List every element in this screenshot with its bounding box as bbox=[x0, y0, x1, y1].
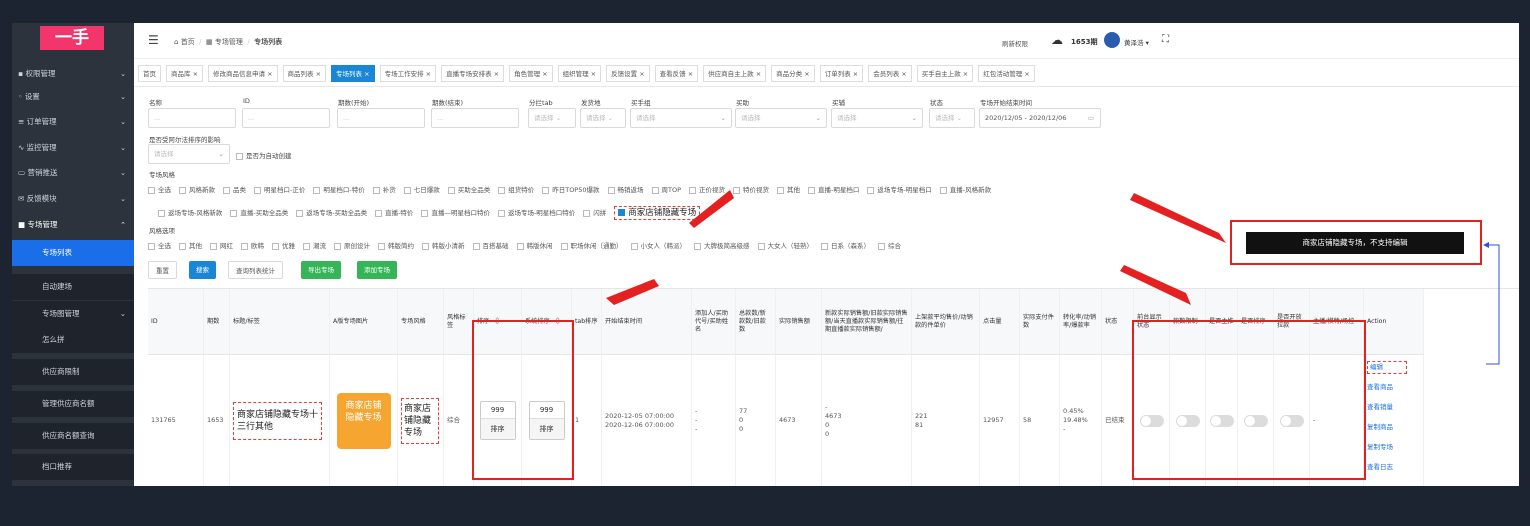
arrow-to-checkbox bbox=[689, 190, 734, 228]
chevron-up-icon: ⌃ bbox=[120, 221, 126, 229]
connector-arrowhead bbox=[1483, 242, 1489, 248]
chevron-down-icon: ⌄ bbox=[119, 309, 126, 318]
mail-icon: ✉ bbox=[18, 194, 27, 203]
sidebar-item-label: 设置 bbox=[24, 92, 40, 101]
sidebar-item-marketing[interactable]: ▭ 营销推送 ⌄ bbox=[12, 162, 134, 184]
sidebar-item-monitor[interactable]: ∿ 监控管理 ⌄ bbox=[12, 137, 134, 159]
sidebar-item-special[interactable]: ■ 专场管理 ⌃ bbox=[12, 214, 134, 236]
sidebar-item-label: 反馈模块 bbox=[26, 194, 57, 203]
app-window: 一手 ▪ 权限管理 ⌄ ◦ 设置 ⌄ ≡ 订单管理 ⌄ ∿ 监控管理 ⌄ ▭ 营销推送 ⌄… bbox=[12, 23, 1519, 486]
chevron-down-icon: ⌄ bbox=[120, 144, 126, 152]
sidebar-sub-special-list[interactable]: 专场列表 bbox=[12, 240, 134, 266]
list-icon: ≡ bbox=[18, 117, 27, 126]
sidebar-item-feedback[interactable]: ✉ 反馈模块 ⌄ bbox=[12, 188, 134, 210]
chevron-down-icon: ⌄ bbox=[120, 118, 126, 126]
chevron-down-icon: ⌄ bbox=[120, 93, 126, 101]
sidebar-sub-stall-recommend[interactable]: 档口推荐 bbox=[12, 454, 134, 480]
arrow-to-toggles bbox=[1120, 265, 1191, 305]
main-content: ☰ ⌂ 首页 / ▦ 专场管理 / 专场列表 刷新权限 ☁ 1653期 黄泽浩 … bbox=[134, 23, 1519, 486]
sidebar-item-settings[interactable]: ◦ 设置 ⌄ bbox=[12, 86, 134, 108]
sidebar-item-label: 权限管理 bbox=[25, 69, 56, 78]
chevron-down-icon: ⌄ bbox=[120, 169, 126, 177]
sidebar-sub-label: 专场图管理 bbox=[42, 309, 80, 318]
sidebar: 一手 ▪ 权限管理 ⌄ ◦ 设置 ⌄ ≡ 订单管理 ⌄ ∿ 监控管理 ⌄ ▭ 营销推送 ⌄… bbox=[12, 23, 134, 486]
pulse-icon: ∿ bbox=[18, 143, 27, 152]
arrow-to-sort bbox=[606, 279, 659, 305]
sidebar-item-label: 订单管理 bbox=[26, 117, 57, 126]
sidebar-sub-supplier-quota[interactable]: 管理供应商名额 bbox=[12, 391, 134, 417]
edit-link-connector bbox=[1484, 244, 1500, 365]
sidebar-item-label: 监控管理 bbox=[26, 143, 57, 152]
chevron-down-icon: ⌄ bbox=[120, 70, 126, 78]
sidebar-item-label: 营销推送 bbox=[27, 168, 58, 177]
chevron-down-icon: ⌄ bbox=[120, 195, 126, 203]
sidebar-item-permission[interactable]: ▪ 权限管理 ⌄ bbox=[12, 63, 134, 85]
sidebar-item-label: 专场管理 bbox=[27, 220, 58, 229]
sidebar-sub-supplier-limit[interactable]: 供应商限制 bbox=[12, 359, 134, 385]
gear-icon: ◦ bbox=[18, 92, 25, 101]
sidebar-sub-auto-create[interactable]: 自动建场 bbox=[12, 274, 134, 300]
annotation-arrows bbox=[606, 190, 1500, 365]
arrow-to-tooltip bbox=[1130, 193, 1226, 243]
logo: 一手 bbox=[40, 26, 104, 50]
sidebar-sub-image-manage[interactable]: 专场图管理 ⌄ bbox=[12, 301, 134, 327]
sidebar-item-orders[interactable]: ≡ 订单管理 ⌄ bbox=[12, 111, 134, 133]
sidebar-sub-quota-query[interactable]: 供应商名额查询 bbox=[12, 423, 134, 449]
sidebar-sub-how-to[interactable]: 怎么拼 bbox=[12, 327, 134, 353]
